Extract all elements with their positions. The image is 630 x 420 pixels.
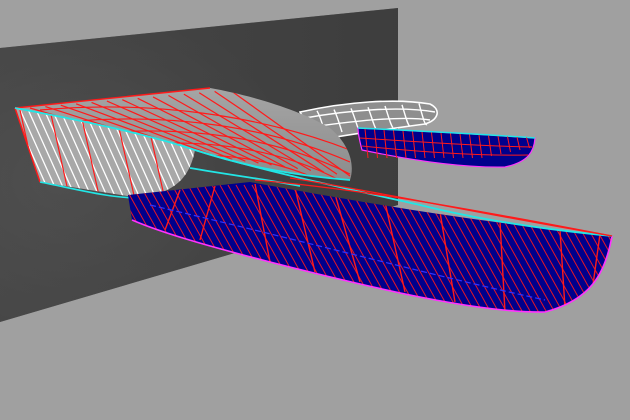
blue-hatch-line	[611, 184, 612, 313]
model-canvas[interactable]	[0, 0, 630, 420]
3d-viewport[interactable]	[0, 0, 630, 420]
blue-hatch-line	[620, 185, 630, 320]
